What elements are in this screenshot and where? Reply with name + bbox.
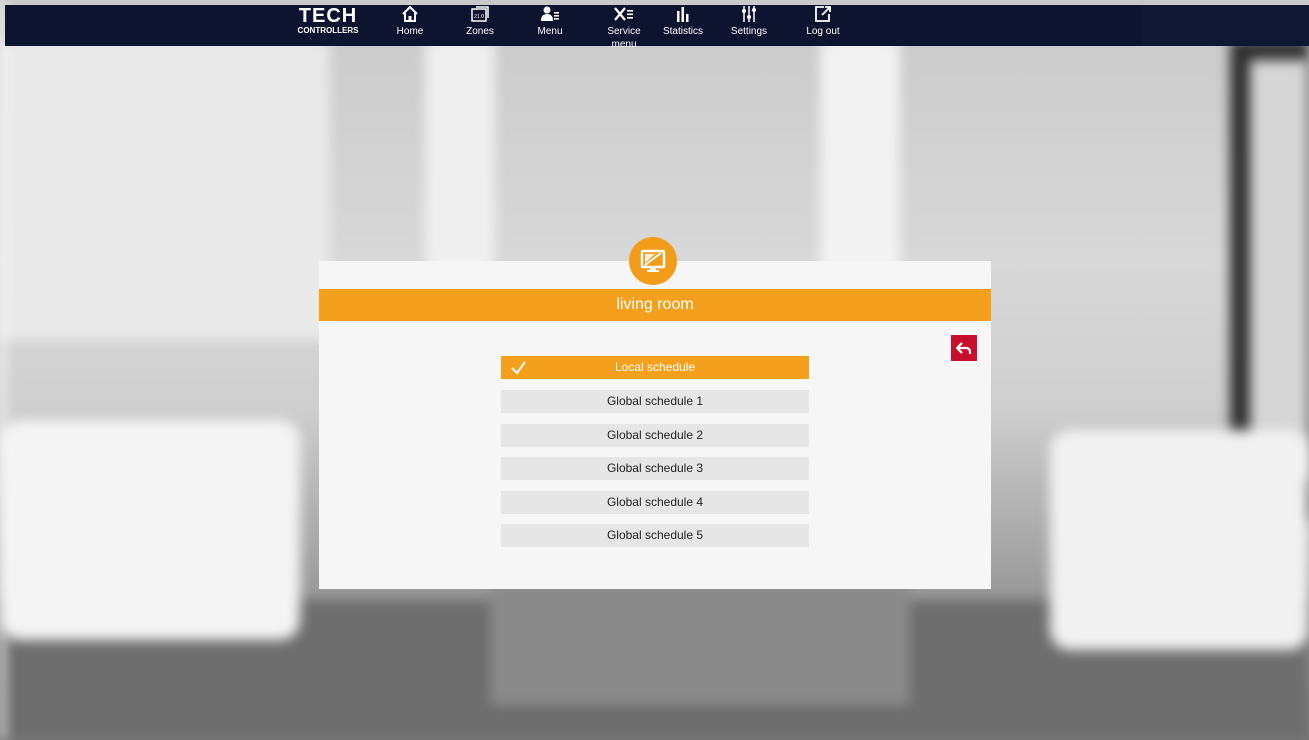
logo-subtext: CONTROLLERS xyxy=(297,26,359,35)
monitor-icon xyxy=(629,237,677,285)
nav-home-label: Home xyxy=(396,26,424,37)
zones-icon: 21.0 xyxy=(462,5,498,25)
option-global-schedule-5[interactable]: Global schedule 5 xyxy=(501,524,809,547)
option-label: Global schedule 2 xyxy=(606,428,704,442)
panel-title: living room xyxy=(319,289,991,321)
option-global-schedule-2[interactable]: Global schedule 2 xyxy=(501,424,809,447)
nav-log-out[interactable]: Log out xyxy=(804,5,842,41)
nav-service-menu[interactable]: Service menu xyxy=(596,5,652,50)
nav-home[interactable]: Home xyxy=(392,5,428,41)
option-label: Global schedule 4 xyxy=(606,495,704,509)
option-label: Global schedule 5 xyxy=(606,528,704,542)
logo-text: TECH xyxy=(298,5,358,27)
nav-statistics[interactable]: Statistics xyxy=(661,5,705,41)
settings-icon xyxy=(730,5,768,25)
nav-zones-label: Zones xyxy=(466,26,494,37)
nav-settings-label: Settings xyxy=(730,26,768,37)
option-label: Local schedule xyxy=(614,360,696,374)
statistics-icon xyxy=(661,5,705,25)
menu-icon xyxy=(532,5,568,25)
option-global-schedule-4[interactable]: Global schedule 4 xyxy=(501,491,809,514)
nav-service-menu-label: Service menu xyxy=(607,26,641,50)
option-global-schedule-1[interactable]: Global schedule 1 xyxy=(501,390,809,413)
service-menu-icon xyxy=(596,5,652,25)
nav-log-out-label: Log out xyxy=(806,26,840,37)
log-out-icon xyxy=(804,5,842,25)
tech-controllers-logo: TECH CONTROLLERS xyxy=(296,6,360,35)
nav-menu-label: Menu xyxy=(537,26,563,37)
nav-settings[interactable]: Settings xyxy=(730,5,768,41)
option-label: Global schedule 1 xyxy=(606,394,704,408)
back-button[interactable] xyxy=(951,335,977,361)
top-navigation-bar xyxy=(5,5,1141,46)
nav-menu[interactable]: Menu xyxy=(532,5,568,41)
top-bar-extension xyxy=(1141,5,1309,46)
option-local-schedule[interactable]: Local schedule xyxy=(501,356,809,379)
back-arrow-icon xyxy=(956,342,972,354)
option-label: Global schedule 3 xyxy=(606,461,704,475)
checkmark-icon xyxy=(511,361,526,375)
home-icon xyxy=(392,5,428,25)
zones-icon-text: 21.0 xyxy=(474,14,484,20)
nav-zones[interactable]: 21.0 Zones xyxy=(462,5,498,41)
nav-statistics-label: Statistics xyxy=(662,26,703,37)
option-global-schedule-3[interactable]: Global schedule 3 xyxy=(501,457,809,480)
